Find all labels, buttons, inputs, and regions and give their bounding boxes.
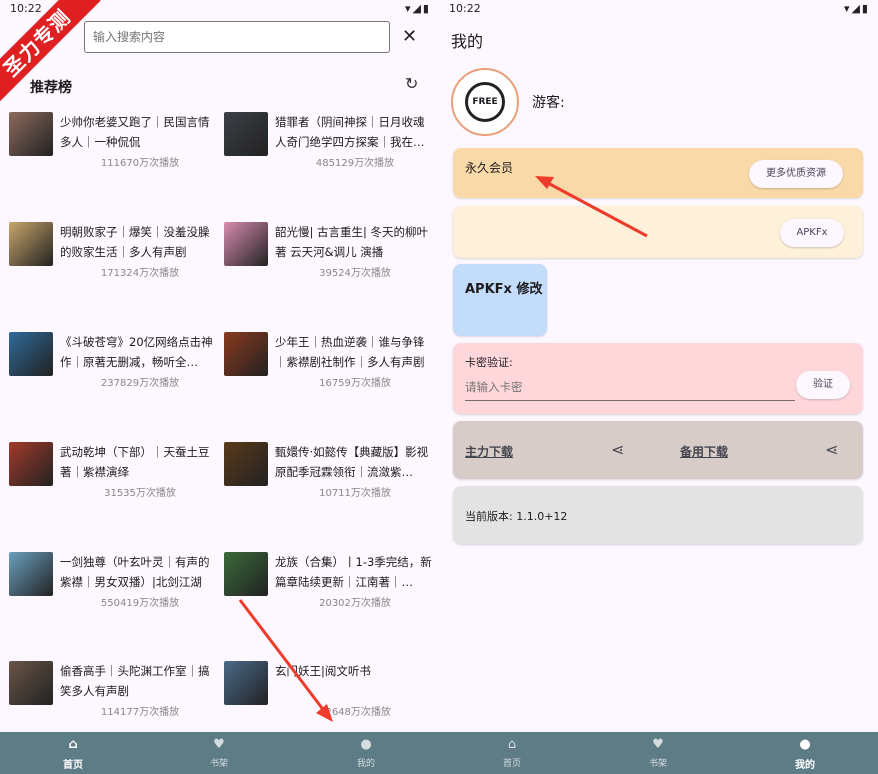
heart-icon: ♥ bbox=[652, 737, 664, 752]
book-title: 明朝败家子｜爆笑｜没羞没臊的败家生活｜多人有声剧 bbox=[60, 225, 210, 259]
book-cover bbox=[9, 552, 53, 596]
book-item[interactable]: 一剑独尊（叶玄叶灵｜有声的紫襟｜男女双播）|北剑江湖 550419万次播放 bbox=[9, 552, 219, 652]
book-plays: 10711万次播放 bbox=[319, 488, 391, 499]
heart-icon: ♥ bbox=[213, 737, 225, 752]
version-card: 当前版本: 1.1.0+12 bbox=[453, 486, 863, 544]
book-plays: 39524万次播放 bbox=[319, 268, 391, 279]
book-cover bbox=[9, 442, 53, 486]
home-screen: 10:22 ▾◢▮ ✕ 推荐榜 ↻ 少帅你老婆又跑了｜民国言情多人｜一种侃侃 11… bbox=[0, 0, 439, 774]
nav-label: 首页 bbox=[502, 759, 521, 769]
book-title: 武动乾坤（下部）｜天蚕土豆著｜紫襟演绎 bbox=[60, 445, 210, 479]
book-cover bbox=[224, 222, 268, 266]
book-cover bbox=[224, 552, 268, 596]
nav-mine[interactable]: ● 我的 bbox=[732, 732, 878, 774]
verify-button[interactable]: 验证 bbox=[796, 371, 850, 399]
book-cover bbox=[9, 112, 53, 156]
refresh-icon[interactable]: ↻ bbox=[405, 74, 418, 93]
card-code-input[interactable] bbox=[465, 374, 795, 401]
more-resources-button[interactable]: 更多优质资源 bbox=[749, 160, 843, 188]
status-bar: 10:22 ▾◢▮ bbox=[439, 0, 878, 18]
status-icons: ▾◢▮ bbox=[404, 2, 431, 15]
book-plays: 111670万次播放 bbox=[100, 158, 180, 169]
book-plays: 31535万次播放 bbox=[104, 488, 176, 499]
book-item[interactable]: 少帅你老婆又跑了｜民国言情多人｜一种侃侃 111670万次播放 bbox=[9, 112, 219, 212]
book-plays: 237829万次播放 bbox=[100, 378, 180, 389]
avatar-text: FREE bbox=[465, 82, 505, 122]
bottom-nav: ⌂ 首页 ♥ 书架 ● 我的 bbox=[439, 732, 878, 774]
book-item[interactable]: 龙族（合集）丨1-3季完结，新篇章陆续更新｜江南著｜… 20302万次播放 bbox=[224, 552, 434, 652]
book-plays: 16759万次播放 bbox=[319, 378, 391, 389]
main-download-link[interactable]: 主力下载 bbox=[465, 443, 513, 460]
nav-home[interactable]: ⌂ 首页 bbox=[439, 732, 585, 774]
card-verify-label: 卡密验证: bbox=[465, 356, 513, 369]
book-title: 少帅你老婆又跑了｜民国言情多人｜一种侃侃 bbox=[60, 115, 210, 149]
status-time: 10:22 bbox=[10, 2, 42, 15]
book-cover bbox=[224, 332, 268, 376]
book-title: 少年王｜热血逆袭｜谁与争锋｜紫襟剧社制作｜多人有声剧 bbox=[275, 335, 425, 369]
book-plays: 12648万次播放 bbox=[319, 707, 391, 718]
search-input[interactable] bbox=[84, 21, 390, 53]
book-plays: 114177万次播放 bbox=[100, 707, 180, 718]
book-title: 甄嬛传·如懿传【典藏版】影视原配季冠霖领衔｜流潋紫… bbox=[275, 445, 429, 479]
book-title: 韶光慢| 古言重生| 冬天的柳叶著 云天河&调儿 演播 bbox=[275, 225, 429, 259]
version-label: 当前版本: 1.1.0+12 bbox=[465, 510, 568, 523]
book-title: 《斗破苍穹》20亿网络点击神作｜原著无删减，畅听全… bbox=[60, 335, 213, 369]
nav-bookshelf[interactable]: ♥ 书架 bbox=[585, 732, 731, 774]
close-icon[interactable]: ✕ bbox=[402, 26, 417, 48]
book-cover bbox=[9, 332, 53, 376]
book-item[interactable]: 明朝败家子｜爆笑｜没羞没臊的败家生活｜多人有声剧 171324万次播放 bbox=[9, 222, 219, 322]
book-cover bbox=[9, 661, 53, 705]
card-verify-panel: 卡密验证: 验证 bbox=[453, 343, 863, 414]
nav-label: 书架 bbox=[648, 759, 667, 769]
status-time: 10:22 bbox=[449, 2, 481, 15]
book-plays: 171324万次播放 bbox=[100, 268, 180, 279]
home-icon: ⌂ bbox=[507, 737, 517, 752]
book-cover bbox=[224, 661, 268, 705]
person-icon: ● bbox=[360, 737, 372, 752]
bottom-nav: ⌂ 首页 ♥ 书架 ● 我的 bbox=[0, 732, 439, 774]
share-icon[interactable]: ⋖ bbox=[611, 440, 624, 459]
share-icon[interactable]: ⋖ bbox=[825, 440, 838, 459]
book-item[interactable]: 少年王｜热血逆袭｜谁与争锋｜紫襟剧社制作｜多人有声剧 16759万次播放 bbox=[224, 332, 434, 432]
book-item[interactable]: 韶光慢| 古言重生| 冬天的柳叶著 云天河&调儿 演播 39524万次播放 bbox=[224, 222, 434, 322]
book-item[interactable]: 武动乾坤（下部）｜天蚕土豆著｜紫襟演绎 31535万次播放 bbox=[9, 442, 219, 542]
nav-home[interactable]: ⌂ 首页 bbox=[0, 732, 146, 774]
download-card: 主力下载 ⋖ 备用下载 ⋖ bbox=[453, 421, 863, 479]
book-title: 一剑独尊（叶玄叶灵｜有声的紫襟｜男女双播）|北剑江湖 bbox=[60, 555, 210, 589]
nav-label: 我的 bbox=[356, 759, 375, 769]
guest-label: 游客: bbox=[532, 95, 565, 111]
apkfx-button[interactable]: APKFx bbox=[780, 219, 844, 247]
backup-download-link[interactable]: 备用下载 bbox=[680, 443, 728, 460]
nav-bookshelf[interactable]: ♥ 书架 bbox=[146, 732, 292, 774]
book-title: 玄门妖王|阅文听书 bbox=[275, 664, 371, 678]
status-icons: ▾◢▮ bbox=[843, 2, 870, 15]
book-cover bbox=[9, 222, 53, 266]
book-item[interactable]: 猎罪者（阴间神探｜日月收魂人奇门绝学四方探案｜我在… 485129万次播放 bbox=[224, 112, 434, 212]
book-cover bbox=[224, 442, 268, 486]
person-icon: ● bbox=[799, 737, 811, 752]
book-title: 龙族（合集）丨1-3季完结，新篇章陆续更新｜江南著｜… bbox=[275, 555, 432, 589]
nav-mine[interactable]: ● 我的 bbox=[293, 732, 439, 774]
home-icon: ⌂ bbox=[68, 737, 78, 752]
avatar: FREE bbox=[451, 68, 519, 136]
nav-label: 我的 bbox=[795, 760, 815, 771]
book-cover bbox=[224, 112, 268, 156]
profile-screen: 10:22 ▾◢▮ 我的 FREE 游客: 永久会员 更多优质资源 APKFx … bbox=[439, 0, 878, 774]
apkfx-card: APKFx bbox=[453, 206, 863, 258]
page-title: 我的 bbox=[451, 32, 484, 51]
book-item[interactable]: 甄嬛传·如懿传【典藏版】影视原配季冠霖领衔｜流潋紫… 10711万次播放 bbox=[224, 442, 434, 542]
mod-card[interactable]: APKFx 修改 bbox=[453, 264, 547, 336]
book-title: 猎罪者（阴间神探｜日月收魂人奇门绝学四方探案｜我在… bbox=[275, 115, 425, 149]
vip-card: 永久会员 更多优质资源 bbox=[453, 148, 863, 198]
book-plays: 550419万次播放 bbox=[100, 598, 180, 609]
nav-label: 书架 bbox=[209, 759, 228, 769]
nav-label: 首页 bbox=[63, 760, 83, 771]
ranking-title: 推荐榜 bbox=[30, 80, 72, 96]
book-plays: 485129万次播放 bbox=[315, 158, 395, 169]
vip-label: 永久会员 bbox=[465, 161, 514, 175]
book-item[interactable]: 《斗破苍穹》20亿网络点击神作｜原著无删减，畅听全… 237829万次播放 bbox=[9, 332, 219, 432]
book-plays: 20302万次播放 bbox=[319, 598, 391, 609]
book-title: 偷香高手｜头陀渊工作室｜搞笑多人有声剧 bbox=[60, 664, 210, 698]
mod-label: APKFx 修改 bbox=[465, 282, 543, 297]
